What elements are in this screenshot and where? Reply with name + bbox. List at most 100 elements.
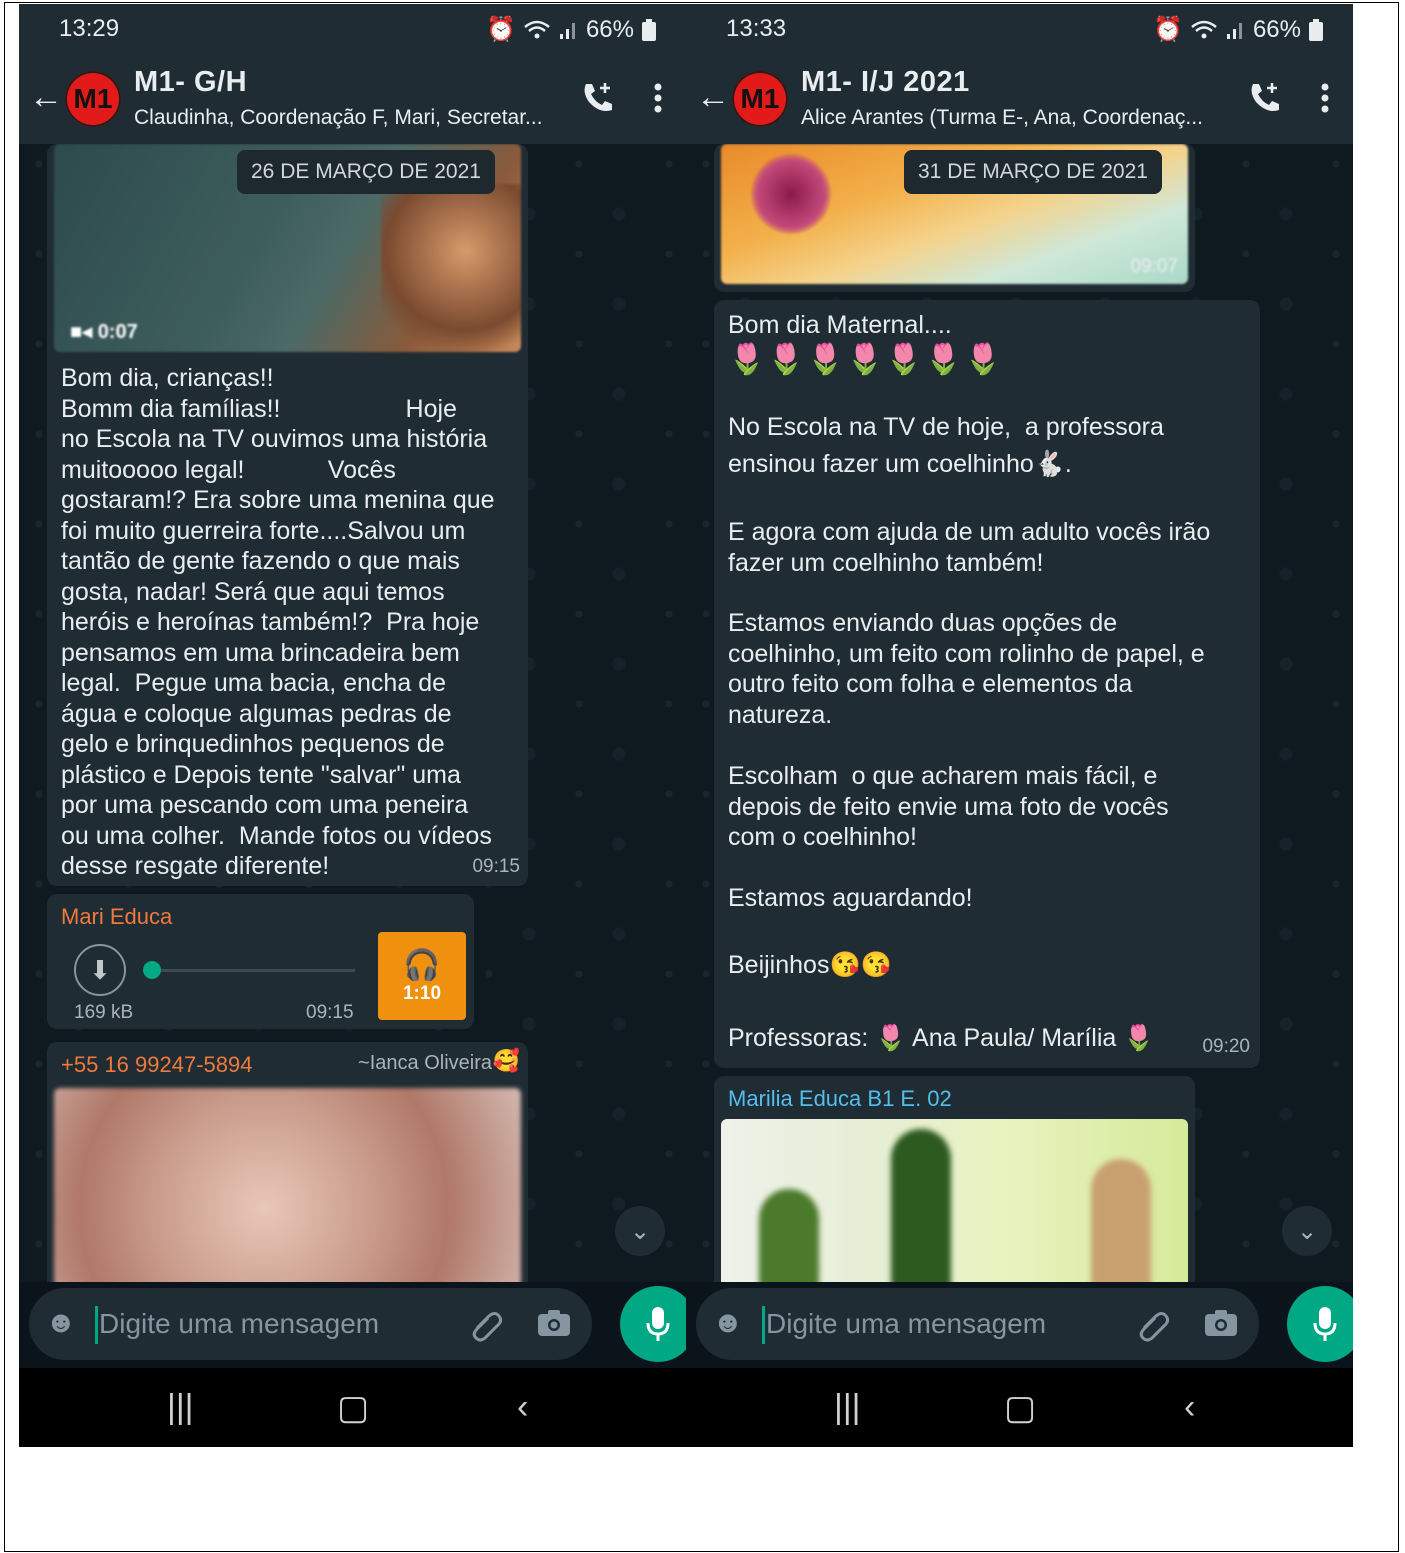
image-blur-bunny [891,1129,951,1282]
message-bubble-audio: Mari Educa ⬇ 169 kB 09:15 🎧 1:10 [47,894,474,1029]
message-bubble-image: Marilia Educa B1 E. 02 [714,1076,1195,1282]
status-icons: ⏰ 66% [486,15,656,44]
group-title[interactable]: M1- G/H [134,66,247,99]
phone-screen-right: 13:33 ⏰ 66% ← M1 M1- I/J 2021 Alice Aran… [686,4,1353,1447]
battery-icon [642,18,656,41]
microphone-icon [646,1307,670,1341]
group-avatar[interactable]: M1 [65,71,121,127]
sender-pushname: ~Ianca Oliveira [358,1052,492,1074]
message-line-kisses: Beijinhos😘😘 [728,950,892,981]
message-signature: Professoras: 🌷 Ana Paula/ Marília 🌷 [728,1023,1154,1054]
image-blur-shape [751,154,831,234]
scroll-down-button[interactable]: ⌄ [1282,1206,1332,1256]
message-bubble-video: ■◂ 0:07 Bom dia, crianças!! Bomm dia fam… [47,144,528,886]
signature-names: Ana Paula/ Marília [912,1024,1117,1052]
message-paragraph: Escolham o que acharem mais fácil, e dep… [728,762,1169,851]
phone-screen-left: 13:29 ⏰ 66% ← M1 M1- G/H Claudinha, Coor… [19,4,686,1447]
alarm-icon: ⏰ [1153,16,1183,43]
back-arrow-icon[interactable]: ← [696,78,730,117]
text-cursor [95,1306,98,1344]
sender-phone[interactable]: +55 16 99247-5894 [61,1052,252,1078]
image-thumbnail[interactable] [721,1119,1188,1282]
rabbit-emoji-icon: 🐇 [1033,450,1065,478]
chat-area[interactable]: 09:07 31 DE MARÇO DE 2021 Bom dia Matern… [686,144,1353,1282]
system-nav-bar: ||| ▢ ‹ [19,1368,686,1447]
group-participants[interactable]: Claudinha, Coordenação F, Mari, Secretar… [134,106,543,130]
home-icon[interactable]: ▢ [1004,1388,1036,1428]
recent-apps-icon[interactable]: ||| [834,1388,861,1427]
chat-header: ← M1 M1- G/H Claudinha, Coordenação F, M… [19,54,686,144]
home-icon[interactable]: ▢ [337,1388,369,1428]
input-bar: ☻ Digite uma mensagem [686,1282,1353,1368]
text-cursor [762,1306,765,1344]
double-chevron-down-icon: ⌄ [629,1217,651,1245]
audio-avatar: 🎧 1:10 [378,932,466,1020]
audio-progress-handle[interactable] [143,961,161,979]
message-bubble-image: +55 16 99247-5894 ~Ianca Oliveira 🥰 [47,1042,528,1282]
signature-label: Professoras: [728,1024,869,1052]
message-bubble-text: Bom dia Maternal.... 🌷🌷🌷🌷🌷🌷🌷 No Escola n… [714,300,1260,1068]
audio-time: 09:15 [306,1002,354,1023]
image-blur-bunny [759,1189,819,1282]
image-blur-bunny [1091,1159,1151,1282]
audio-size: 169 kB [74,1002,134,1023]
audio-duration: 1:10 [402,982,442,1004]
status-icons: ⏰ 66% [1153,15,1323,44]
message-paragraph-text: ensinou fazer um coelhinho [728,450,1034,478]
message-input[interactable]: ☻ Digite uma mensagem [696,1288,1259,1360]
wifi-icon [524,20,550,38]
tulips-emoji-icon: 🌷🌷🌷🌷🌷🌷🌷 [728,343,1004,376]
audio-progress-track[interactable] [151,969,355,972]
emoji-icon[interactable]: ☻ [712,1306,744,1340]
date-chip: 31 DE MARÇO DE 2021 [904,150,1162,194]
microphone-icon [1313,1307,1337,1341]
video-camera-icon: ■◂ [70,321,93,343]
add-call-icon[interactable] [1247,80,1283,116]
input-placeholder: Digite uma mensagem [766,1308,1047,1339]
group-avatar[interactable]: M1 [732,71,788,127]
kiss-emoji-icon: 😘😘 [829,951,892,979]
attach-icon[interactable] [469,1308,503,1342]
video-blur-figure [381,184,521,352]
attach-icon[interactable] [1136,1308,1170,1342]
wifi-icon [1191,20,1217,38]
back-arrow-icon[interactable]: ← [29,78,63,117]
message-paragraph-line: ensinou fazer um coelhinho🐇. [728,450,1072,478]
nav-back-icon[interactable]: ‹ [517,1388,528,1427]
download-icon: ⬇ [89,954,111,985]
voice-record-button[interactable] [1287,1286,1353,1362]
recent-apps-icon[interactable]: ||| [167,1388,194,1427]
alarm-icon: ⏰ [486,16,516,43]
voice-record-button[interactable] [620,1286,686,1362]
group-participants[interactable]: Alice Arantes (Turma E-, Ana, Coordenaç.… [801,106,1203,130]
camera-icon[interactable] [1204,1308,1238,1338]
sender-name[interactable]: Marilia Educa B1 E. 02 [728,1086,952,1112]
message-time: 09:15 [472,856,520,877]
message-paragraph: E agora com ajuda de um adulto vocês irã… [728,518,1211,577]
message-time: 09:20 [1202,1036,1250,1057]
camera-icon[interactable] [537,1308,571,1338]
message-paragraph: No Escola na TV de hoje, a professora [728,413,1164,441]
emoji-icon[interactable]: ☻ [45,1306,77,1340]
message-paragraph: Estamos aguardando! [728,884,973,912]
message-input[interactable]: ☻ Digite uma mensagem [29,1288,592,1360]
add-call-icon[interactable] [580,80,616,116]
image-thumbnail[interactable] [54,1088,521,1282]
clock: 13:33 [726,15,787,42]
nav-back-icon[interactable]: ‹ [1184,1388,1195,1427]
headphones-icon: 🎧 [403,948,441,982]
image-time: 09:07 [1130,256,1178,277]
group-title[interactable]: M1- I/J 2021 [801,66,970,99]
message-paragraph-text: Beijinhos [728,951,830,979]
video-duration: ■◂ 0:07 [70,319,138,344]
sender-name[interactable]: Mari Educa [61,904,172,930]
more-options-icon[interactable] [1319,80,1331,116]
battery-level: 66% [1252,15,1301,43]
system-nav-bar: ||| ▢ ‹ [686,1368,1353,1447]
message-paragraph: Estamos enviando duas opções de coelhinh… [728,609,1205,729]
more-options-icon[interactable] [652,80,664,116]
double-chevron-down-icon: ⌄ [1296,1217,1318,1245]
download-audio-button[interactable]: ⬇ [74,944,126,996]
chat-area[interactable]: ■◂ 0:07 Bom dia, crianças!! Bomm dia fam… [19,144,686,1282]
scroll-down-button[interactable]: ⌄ [615,1206,665,1256]
